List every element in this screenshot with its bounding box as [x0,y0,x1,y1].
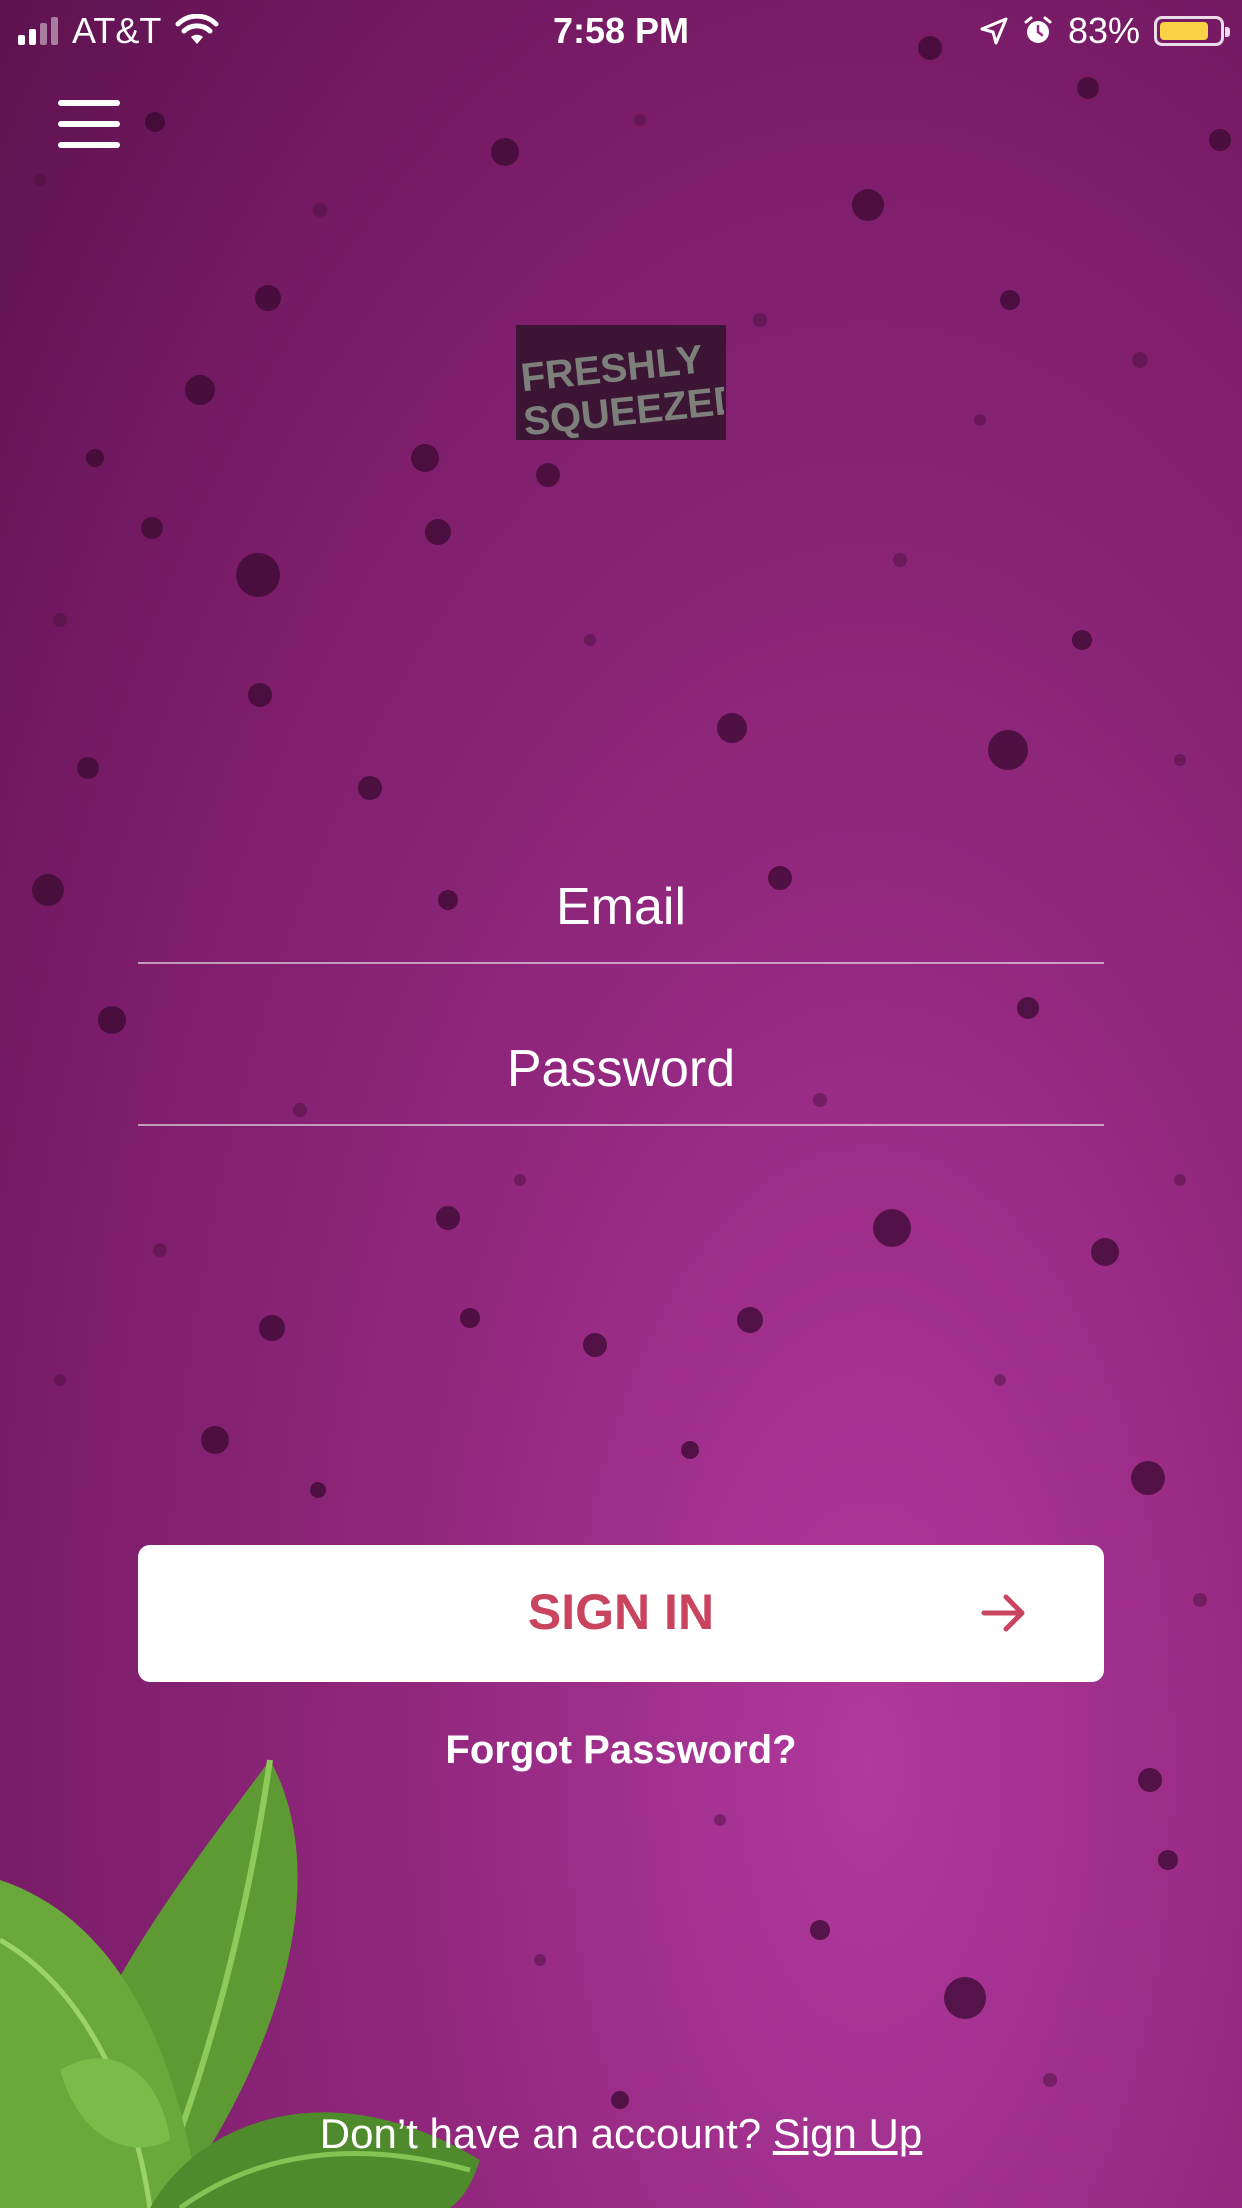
battery-percent: 83% [1067,10,1140,51]
status-right-group: 83% [980,10,1230,52]
battery-fill [1160,22,1209,40]
sign-in-label: SIGN IN [527,1584,715,1640]
sign-in-button[interactable]: SIGN IN [138,1545,1104,1682]
signup-prompt-text: Don’t have an account? [319,2110,762,2157]
sign-up-link[interactable]: Sign Up [773,2110,922,2157]
status-bar: AT&T 7:58 PM 83% [0,0,1242,60]
battery-icon [1154,16,1230,46]
email-input[interactable] [138,852,1104,962]
hamburger-menu-icon[interactable] [58,100,120,150]
freshly-squeezed-logo: FRESHLY SQUEEZED [516,325,726,440]
arrow-right-icon [981,1594,1025,1632]
forgot-password-link[interactable]: Forgot Password? [0,1728,1242,1773]
alarm-icon [1024,16,1052,43]
location-icon [980,17,1008,45]
signup-prompt: Don’t have an account? Sign Up [0,2110,1242,2158]
email-field[interactable] [138,852,1104,964]
password-input[interactable] [138,1014,1104,1124]
password-field[interactable] [138,1014,1104,1126]
